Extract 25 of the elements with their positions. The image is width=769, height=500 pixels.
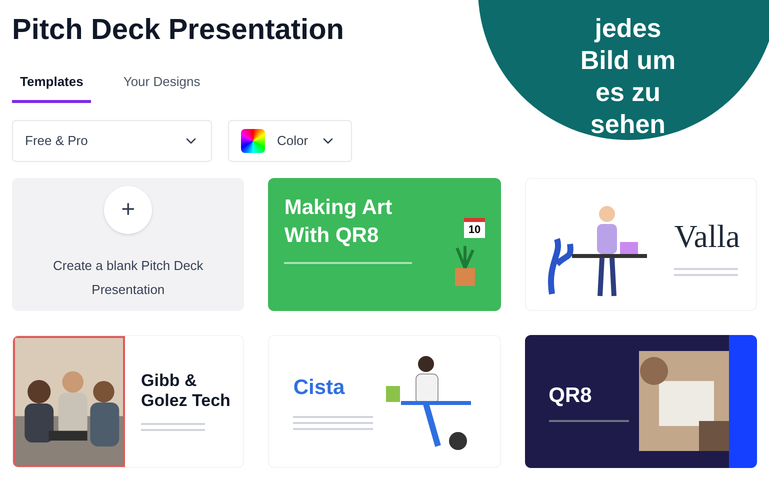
overlay-text: sehen xyxy=(590,108,666,140)
overlay-text: Bild um xyxy=(580,44,676,76)
overlay-text: es zu xyxy=(595,76,661,108)
template-card[interactable]: Valla xyxy=(524,178,757,310)
filter-dropdown[interactable]: Free & Pro xyxy=(12,120,212,162)
template-heading: Making Art With QR8 xyxy=(284,194,394,248)
template-card[interactable]: Cista xyxy=(268,334,501,468)
template-heading: Valla xyxy=(674,217,740,256)
template-heading: Gibb & Golez Tech xyxy=(141,371,232,411)
card-label: Create a blank Pitch Deck Presentation xyxy=(52,257,204,299)
tab[interactable]: Templates xyxy=(12,72,92,102)
template-heading: Cista xyxy=(293,375,346,402)
page-title: Pitch Deck Presentation xyxy=(12,13,344,48)
template-card[interactable]: Gibb & Golez Tech xyxy=(12,334,244,468)
placeholder-text-lines xyxy=(674,268,740,276)
template-card[interactable]: Making Art With QR8 10 xyxy=(268,178,501,310)
calendar-badge: 10 xyxy=(464,218,485,238)
blank-template-card[interactable]: + Create a blank Pitch Deck Presentation xyxy=(12,178,244,310)
template-heading: QR8 xyxy=(548,383,593,410)
template-card[interactable]: QR8 xyxy=(524,334,757,468)
add-button[interactable]: + xyxy=(104,186,152,234)
color-swatch-icon xyxy=(241,128,265,152)
tab[interactable]: Your Designs xyxy=(115,72,208,102)
filter-dropdown[interactable]: Color xyxy=(228,120,352,162)
overlay-text: jedes xyxy=(594,12,662,44)
